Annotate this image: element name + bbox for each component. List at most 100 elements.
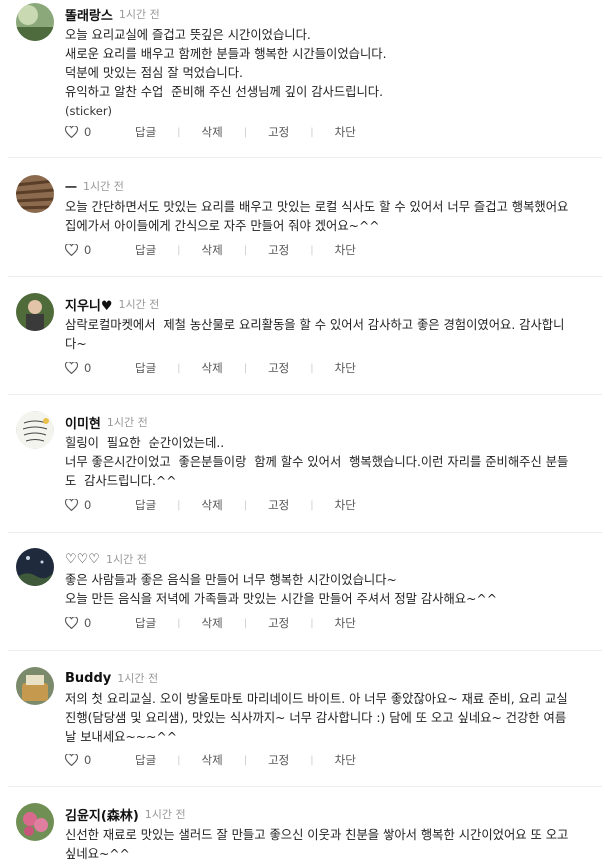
comment-actions: 0 답글 | 삭제 | 고정 | 차단 <box>65 614 356 632</box>
divider <box>8 532 602 533</box>
comment-line: 좋은 사람들과 좋은 음식을 만들어 너무 행복한 시간이었습니다~ <box>65 573 397 587</box>
like-button[interactable]: 0 <box>65 616 135 630</box>
delete-button[interactable]: 삭제 <box>202 615 223 631</box>
reply-button[interactable]: 답글 <box>135 242 156 258</box>
comment-time: 1시간 전 <box>106 416 148 429</box>
comment-line: 삼락로컬마켓에서 제철 농산물로 요리활동을 할 수 있어서 감사하고 좋은 경… <box>65 318 565 332</box>
avatar[interactable] <box>16 3 54 41</box>
comment-text: 삼락로컬마켓에서 제철 농산물로 요리활동을 할 수 있어서 감사하고 좋은 경… <box>65 316 600 354</box>
like-button[interactable]: 0 <box>65 753 135 767</box>
comment-line: 저의 첫 요리교실. 오이 방울토마토 마리네이드 바이트. 아 너무 좋았잖아… <box>65 692 568 706</box>
divider <box>8 786 602 787</box>
comment-actions: 0 답글 | 삭제 | 고정 | 차단 <box>65 751 356 769</box>
comment-header: 이미현 1시간 전 <box>65 411 148 433</box>
comment-actions: 0 답글 | 삭제 | 고정 | 차단 <box>65 359 356 377</box>
heart-icon <box>65 754 78 766</box>
like-button[interactable]: 0 <box>65 361 135 375</box>
block-button[interactable]: 차단 <box>335 360 356 376</box>
heart-icon <box>65 244 78 256</box>
avatar[interactable] <box>16 667 54 705</box>
comment-text: 좋은 사람들과 좋은 음식을 만들어 너무 행복한 시간이었습니다~ 오늘 만든… <box>65 571 600 609</box>
comment-time: 1시간 전 <box>118 8 160 21</box>
pin-button[interactable]: 고정 <box>268 124 289 140</box>
heart-icon <box>65 126 78 138</box>
pin-button[interactable]: 고정 <box>268 242 289 258</box>
divider <box>8 650 602 651</box>
reply-button[interactable]: 답글 <box>135 497 156 513</box>
like-count: 0 <box>84 125 92 139</box>
comment-text: 저의 첫 요리교실. 오이 방울토마토 마리네이드 바이트. 아 너무 좋았잖아… <box>65 690 600 747</box>
like-button[interactable]: 0 <box>65 498 135 512</box>
comment-text: 오늘 간단하면서도 맛있는 요리를 배우고 맛있는 로컬 식사도 할 수 있어서… <box>65 198 600 236</box>
avatar[interactable] <box>16 293 54 331</box>
comment-line: 오늘 간단하면서도 맛있는 요리를 배우고 맛있는 로컬 식사도 할 수 있어서… <box>65 200 569 214</box>
author-name[interactable]: 똘래랑스 <box>65 5 113 24</box>
like-count: 0 <box>84 243 92 257</box>
divider <box>8 157 602 158</box>
comment-header: 똘래랑스 1시간 전 <box>65 3 160 25</box>
comment-text: 신선한 재료로 맛있는 샐러드 잘 만들고 좋으신 이웃과 친분을 쌓아서 행복… <box>65 826 600 864</box>
reply-button[interactable]: 답글 <box>135 360 156 376</box>
pin-button[interactable]: 고정 <box>268 360 289 376</box>
comment-line: 덕분에 맛있는 점심 잘 먹었습니다. <box>65 66 243 80</box>
author-name[interactable]: ㅡ <box>65 177 77 196</box>
author-name[interactable]: 지우니♥ <box>65 295 113 314</box>
comment-time: 1시간 전 <box>82 180 124 193</box>
author-name[interactable]: Buddy <box>65 671 111 686</box>
comment-text: 오늘 요리교실에 즐겁고 뜻깊은 시간이었습니다. 새로운 요리를 배우고 함께… <box>65 26 600 121</box>
pin-button[interactable]: 고정 <box>268 615 289 631</box>
block-button[interactable]: 차단 <box>335 124 356 140</box>
avatar[interactable] <box>16 548 54 586</box>
like-count: 0 <box>84 753 92 767</box>
comment-actions: 0 답글 | 삭제 | 고정 | 차단 <box>65 496 356 514</box>
comment-line: 날 보내세요~~~^^ <box>65 730 177 744</box>
reply-button[interactable]: 답글 <box>135 752 156 768</box>
comment-time: 1시간 전 <box>144 808 186 821</box>
like-count: 0 <box>84 498 92 512</box>
avatar[interactable] <box>16 803 54 841</box>
like-count: 0 <box>84 361 92 375</box>
heart-icon <box>65 362 78 374</box>
like-count: 0 <box>84 616 92 630</box>
comment-header: ♡♡♡ 1시간 전 <box>65 548 147 570</box>
comment-line: 진행(담당샘 및 요리샘), 맛있는 식사까지~ 너무 감사합니다 :) 담에 … <box>65 711 567 725</box>
pin-button[interactable]: 고정 <box>268 752 289 768</box>
divider <box>8 276 602 277</box>
comment-line: 도 감사드립니다.^^ <box>65 474 177 488</box>
comment-line: 새로운 요리를 배우고 함께한 분들과 행복한 시간들이었습니다. <box>65 47 387 61</box>
like-button[interactable]: 0 <box>65 125 135 139</box>
reply-button[interactable]: 답글 <box>135 615 156 631</box>
avatar[interactable] <box>16 411 54 449</box>
delete-button[interactable]: 삭제 <box>202 242 223 258</box>
block-button[interactable]: 차단 <box>335 615 356 631</box>
comment-line: 싶네요~^^ <box>65 847 130 861</box>
block-button[interactable]: 차단 <box>335 497 356 513</box>
comment-time: 1시간 전 <box>117 672 159 685</box>
comment-header: 지우니♥ 1시간 전 <box>65 293 159 315</box>
comment-line: 힐링이 필요한 순간이었는데.. <box>65 436 225 450</box>
delete-button[interactable]: 삭제 <box>202 752 223 768</box>
comment-text: 힐링이 필요한 순간이었는데.. 너무 좋은시간이었고 좋은분들이랑 함께 할수… <box>65 434 600 491</box>
comment-line: 신선한 재료로 맛있는 샐러드 잘 만들고 좋으신 이웃과 친분을 쌓아서 행복… <box>65 828 569 842</box>
comment-actions: 0 답글 | 삭제 | 고정 | 차단 <box>65 123 356 141</box>
block-button[interactable]: 차단 <box>335 242 356 258</box>
like-button[interactable]: 0 <box>65 243 135 257</box>
delete-button[interactable]: 삭제 <box>202 124 223 140</box>
author-name[interactable]: 김윤지(森林) <box>65 805 139 824</box>
reply-button[interactable]: 답글 <box>135 124 156 140</box>
comment-line: 유익하고 알찬 수업 준비해 주신 선생님께 깊이 감사드립니다. <box>65 85 384 99</box>
author-name[interactable]: ♡♡♡ <box>65 552 100 567</box>
divider <box>8 394 602 395</box>
sticker-placeholder: (sticker) <box>65 104 113 118</box>
author-name[interactable]: 이미현 <box>65 413 101 432</box>
delete-button[interactable]: 삭제 <box>202 360 223 376</box>
block-button[interactable]: 차단 <box>335 752 356 768</box>
avatar[interactable] <box>16 175 54 213</box>
comment-line: 오늘 요리교실에 즐겁고 뜻깊은 시간이었습니다. <box>65 28 311 42</box>
delete-button[interactable]: 삭제 <box>202 497 223 513</box>
pin-button[interactable]: 고정 <box>268 497 289 513</box>
comment-line: 너무 좋은시간이었고 좋은분들이랑 함께 할수 있어서 행복했습니다.이런 자리… <box>65 455 569 469</box>
comment-time: 1시간 전 <box>105 553 147 566</box>
comment-header: 김윤지(森林) 1시간 전 <box>65 803 186 825</box>
comment-time: 1시간 전 <box>118 298 160 311</box>
